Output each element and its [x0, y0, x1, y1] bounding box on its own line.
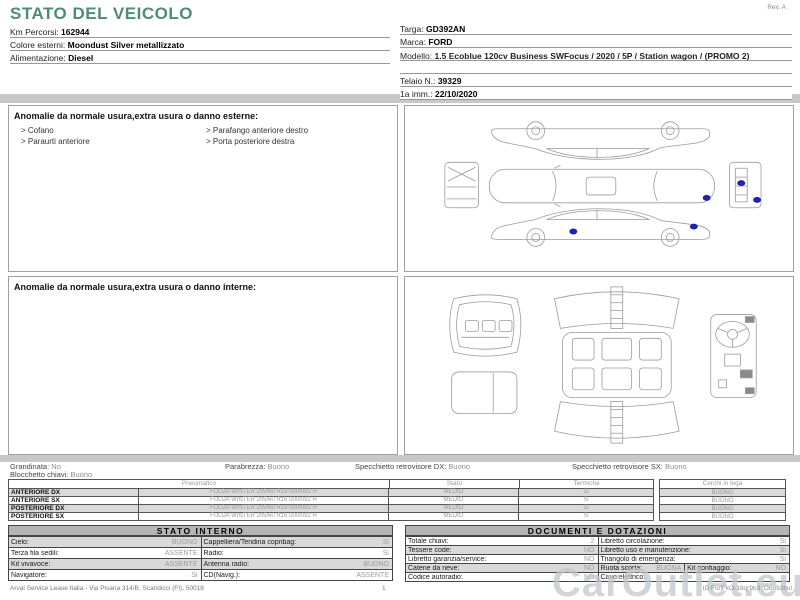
external-anomalies-title: Anomalie da normale usura,extra usura o … — [14, 111, 259, 121]
interior-diagram-panel — [404, 276, 794, 455]
field-alimentazione: Alimentazione: Diesel — [10, 51, 390, 64]
table-row: Terza fila sedili: ASSENTE Radio: Si — [9, 547, 392, 558]
documenti-table: DOCUMENTI E DOTAZIONI Totale chiavi: 2 Li… — [405, 525, 790, 582]
anomaly-item: > Parafango anteriore destro — [206, 126, 309, 135]
cerchi-value: BUONO — [660, 488, 785, 496]
condition-parabrezza: Parabrezza: Buono — [225, 462, 290, 471]
field-telaio: Telaio N.: 39329 — [400, 74, 792, 87]
col-header-termiche: Termiche — [573, 480, 600, 487]
documenti-title: DOCUMENTI E DOTAZIONI — [406, 526, 789, 536]
condition-specchietto-sx: Specchietto retrovisore SX: Buono — [572, 462, 687, 471]
field-modello: Modello: 1.5 Ecoblue 120cv Business SWFo… — [400, 48, 792, 74]
cerchi-value: BUONO — [660, 504, 785, 512]
separator-bar-bottom — [0, 455, 800, 462]
alloy-wheels-table: Cerchi in lega BUONO BUONO BUONO BUONO — [659, 479, 786, 521]
cerchi-value: BUONO — [660, 496, 785, 504]
tyre-row-anteriore-sx: ANTERIORE SX FULDA WINTER 205/60 R16 000… — [9, 496, 653, 504]
car-interior-diagram — [449, 286, 757, 444]
page-title: STATO DEL VEICOLO — [10, 4, 193, 23]
col-header-stato: Stato — [390, 480, 520, 488]
exterior-diagram-panel — [404, 105, 794, 272]
vehicle-info-right: Targa: GD392AN Marca: FORD Modello: 1.5 … — [400, 22, 792, 100]
footer-company: Arval Service Lease Italia - Via Pisana … — [10, 585, 204, 592]
anomaly-item: > Cofano — [21, 126, 54, 135]
table-row: Totale chiavi: 2 Libretto circolazione: Si — [406, 536, 789, 545]
car-exterior-diagram — [444, 121, 762, 247]
table-row: Cielo: BUONO Cappelliera/Tendina copribag… — [9, 536, 392, 547]
anomaly-item: > Porta posteriore destra — [206, 137, 295, 146]
tyre-table-header: Pneumatico Stato Termiche — [9, 480, 653, 488]
tyre-row-posteriore-dx: POSTERIORE DX FULDA WINTER 205/60 R16 00… — [9, 504, 653, 512]
table-row: Navigatore: Si CD(Navig.): ASSENTE — [9, 569, 392, 580]
cerchi-value: BUONO — [660, 512, 785, 520]
external-anomalies-list: > Cofano > Paraurti anteriore > Parafang… — [9, 121, 397, 147]
external-anomalies-panel: Anomalie da normale usura,extra usura o … — [8, 105, 398, 272]
condition-specchietto-dx: Specchietto retrovisore DX: Buono — [355, 462, 471, 471]
table-row: Tessere code: NO Libretto uso e manutenzi… — [406, 545, 789, 554]
anomaly-item: > Paraurti anteriore — [21, 137, 90, 146]
kit-gonfiaggio-cell: Kit gonfiaggio: NO — [684, 564, 789, 572]
footer-page-number: 1 — [382, 585, 386, 592]
field-prima-imm: 1a imm.: 22/10/2020 — [400, 87, 792, 100]
tyre-row-posteriore-sx: POSTERIORE SX FULDA WINTER 205/60 R16 00… — [9, 512, 653, 520]
field-marca: Marca: FORD — [400, 35, 792, 48]
vehicle-info-left: Km Percorsi: 162944 Colore esterni: Moon… — [10, 25, 390, 64]
field-km-percorsi: Km Percorsi: 162944 — [10, 25, 390, 38]
field-colore-esterni: Colore esterni: Moondust Silver metalliz… — [10, 38, 390, 51]
field-targa: Targa: GD392AN — [400, 22, 792, 35]
tyre-row-anteriore-dx: ANTERIORE DX FULDA WINTER 205/60 R16 000… — [9, 488, 653, 496]
condition-blocchetto-chiavi: Blocchetto chiavi: Buono — [10, 470, 93, 479]
col-header-pneumatico: Pneumatico — [9, 480, 390, 488]
table-row: Libretto garanzia/service: NO Triangolo d… — [406, 554, 789, 563]
stato-interno-title: STATO INTERNO — [9, 526, 392, 536]
internal-anomalies-panel: Anomalie da normale usura,extra usura o … — [8, 276, 398, 455]
tyre-table: Pneumatico Stato Termiche ANTERIORE DX F… — [8, 479, 654, 521]
revision-label: Rev. A — [767, 4, 786, 11]
footer-doc-id: ID Fu/lFkO-18qr9b3 ;Oou92bul — [702, 585, 792, 592]
table-row: Codice autoradio: NO Cavo elettrico: — [406, 572, 789, 581]
stato-interno-table: STATO INTERNO Cielo: BUONO Cappelliera/Te… — [8, 525, 393, 581]
table-row: Kit vivavoce: ASSENTE Antenna radio: BUONO — [9, 558, 392, 569]
col-header-cerchi: Cerchi in lega — [702, 480, 743, 487]
internal-anomalies-title: Anomalie da normale usura,extra usura o … — [14, 282, 257, 292]
table-row-ruota-scorta: Catene da neve: NO Ruota scorta: BUONA Ki… — [406, 563, 789, 572]
